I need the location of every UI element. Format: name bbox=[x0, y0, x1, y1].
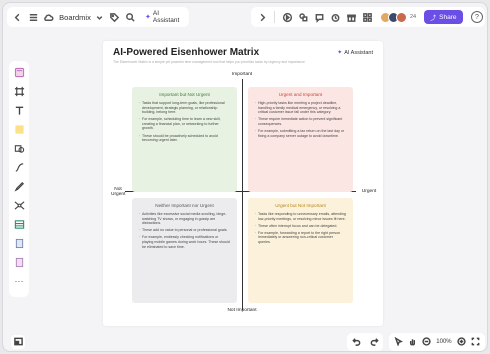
quadrant-urgent-important[interactable]: Urgent and Important High-priority tasks… bbox=[248, 87, 353, 192]
ai-sparkle-icon: ✦ bbox=[337, 50, 343, 56]
connector-icon[interactable] bbox=[12, 160, 26, 174]
quadrant-neither[interactable]: Neither Important nor Urgent Activities … bbox=[132, 198, 237, 303]
template-icon[interactable] bbox=[12, 65, 26, 79]
search-icon[interactable] bbox=[124, 10, 137, 24]
quadrant-item: These require immediate action to preven… bbox=[255, 117, 346, 126]
axis-label-not-important: Not Important bbox=[227, 308, 257, 313]
zoom-controls: 100% bbox=[389, 333, 485, 351]
quadrant-item: These often interrupt focus and can be d… bbox=[255, 224, 346, 229]
quadrant-item: For example, endlessly checking notifica… bbox=[139, 235, 230, 249]
quadrant-item: Tasks like responding to unnecessary ema… bbox=[255, 212, 346, 221]
shapes-icon[interactable] bbox=[296, 10, 310, 24]
left-toolbar: ··· bbox=[9, 61, 29, 297]
undo-icon[interactable] bbox=[351, 333, 361, 351]
quadrant-item: High-priority tasks like meeting a proje… bbox=[255, 101, 346, 115]
axis-label-urgent: Urgent bbox=[361, 189, 377, 194]
quadrant-item: Tasks that support long-term goals, like… bbox=[139, 101, 230, 115]
undo-redo-controls bbox=[347, 333, 383, 351]
sticky-note-icon[interactable] bbox=[12, 122, 26, 136]
hand-icon[interactable] bbox=[408, 333, 417, 351]
text-icon[interactable] bbox=[12, 103, 26, 117]
ai-assistant-label: AI Assistant bbox=[152, 10, 180, 24]
gift-icon[interactable] bbox=[344, 10, 358, 24]
more-tools-icon[interactable]: ··· bbox=[12, 274, 26, 288]
quadrant-important-not-urgent[interactable]: Important but Not Urgent Tasks that supp… bbox=[132, 87, 237, 192]
top-bar: Boardmix ✦ AI Assistant 24 ⤴ Share ? bbox=[3, 3, 487, 31]
quadrant-item: These add no value to personal or profes… bbox=[139, 228, 230, 233]
app-window: Boardmix ✦ AI Assistant 24 ⤴ Share ? ···… bbox=[2, 2, 488, 352]
share-icon: ⤴ bbox=[430, 15, 437, 22]
share-button[interactable]: ⤴ Share bbox=[424, 10, 463, 24]
axis-label-important: Important bbox=[231, 72, 253, 77]
mindmap-icon[interactable] bbox=[12, 198, 26, 212]
grid-apps-icon[interactable] bbox=[360, 10, 374, 24]
minimap-button[interactable] bbox=[11, 335, 25, 349]
ai-assistant-button[interactable]: ✦ AI Assistant bbox=[145, 10, 185, 24]
quadrant-title: Urgent but Not Important bbox=[275, 203, 326, 208]
board-title: AI-Powered Eisenhower Matrix bbox=[113, 47, 260, 58]
avatar-count: 24 bbox=[410, 14, 417, 20]
quadrant-title: Urgent and Important bbox=[278, 92, 323, 97]
quadrant-urgent-not-important[interactable]: Urgent but Not Important Tasks like resp… bbox=[248, 198, 353, 303]
chevron-down-icon[interactable] bbox=[93, 10, 106, 24]
comment-icon[interactable] bbox=[312, 10, 326, 24]
back-chevron-icon[interactable] bbox=[11, 10, 24, 24]
top-left-toolbar: Boardmix ✦ AI Assistant bbox=[7, 7, 189, 27]
top-right-toolbar: 24 ⤴ Share bbox=[251, 7, 485, 27]
board-name[interactable]: Boardmix bbox=[59, 13, 91, 22]
quadrant-body: Activities like excessive social media s… bbox=[139, 212, 230, 249]
document-icon[interactable] bbox=[12, 236, 26, 250]
zoom-out-icon[interactable] bbox=[422, 333, 431, 351]
table-icon[interactable] bbox=[12, 217, 26, 231]
eisenhower-board[interactable]: AI-Powered Eisenhower Matrix ✦ AI Assist… bbox=[103, 41, 383, 326]
chevron-right-icon[interactable] bbox=[255, 10, 269, 24]
timer-icon[interactable] bbox=[328, 10, 342, 24]
board-ai-assistant-badge[interactable]: ✦ AI Assistant bbox=[337, 49, 373, 57]
quadrant-item: For example, forwarding a report to the … bbox=[255, 231, 346, 245]
shape-icon[interactable] bbox=[12, 141, 26, 155]
pointer-icon[interactable] bbox=[394, 333, 404, 351]
pen-icon[interactable] bbox=[12, 179, 26, 193]
quadrant-title: Neither Important nor Urgent bbox=[155, 203, 214, 208]
zoom-in-icon[interactable] bbox=[456, 333, 466, 351]
quadrant-body: Tasks like responding to unnecessary ema… bbox=[255, 212, 346, 245]
share-label: Share bbox=[439, 13, 457, 21]
menu-icon[interactable] bbox=[26, 10, 39, 24]
quadrant-item: For example, submitting a tax return on … bbox=[255, 129, 346, 138]
frame-icon[interactable] bbox=[12, 84, 26, 98]
collaborator-avatars[interactable]: 24 bbox=[380, 11, 417, 23]
quadrant-item: For example, scheduling time to learn a … bbox=[139, 117, 230, 131]
minimap-icon bbox=[13, 333, 23, 351]
tag-icon[interactable] bbox=[108, 10, 121, 24]
help-icon[interactable]: ? bbox=[471, 11, 483, 23]
fit-screen-icon[interactable] bbox=[471, 333, 480, 351]
cloud-icon bbox=[42, 10, 55, 24]
axis-label-not-urgent: Not Urgent bbox=[111, 187, 126, 198]
quadrant-item: These should be proactively scheduled to… bbox=[139, 134, 230, 143]
board-ai-label: AI Assistant bbox=[344, 49, 373, 56]
quadrant-item: Activities like excessive social media s… bbox=[139, 212, 230, 226]
board-description: The Eisenhower Matrix is a simple yet po… bbox=[113, 60, 305, 64]
upload-icon[interactable] bbox=[12, 255, 26, 269]
play-icon[interactable] bbox=[280, 10, 294, 24]
divider bbox=[274, 11, 275, 23]
zoom-level[interactable]: 100% bbox=[436, 339, 451, 345]
avatar bbox=[396, 11, 407, 23]
quadrant-body: High-priority tasks like meeting a proje… bbox=[255, 101, 346, 138]
ai-sparkle-icon: ✦ bbox=[145, 14, 151, 21]
quadrant-title: Important but Not Urgent bbox=[159, 92, 210, 97]
redo-icon[interactable] bbox=[370, 333, 379, 351]
vertical-axis bbox=[242, 79, 243, 310]
quadrant-body: Tasks that support long-term goals, like… bbox=[139, 101, 230, 143]
